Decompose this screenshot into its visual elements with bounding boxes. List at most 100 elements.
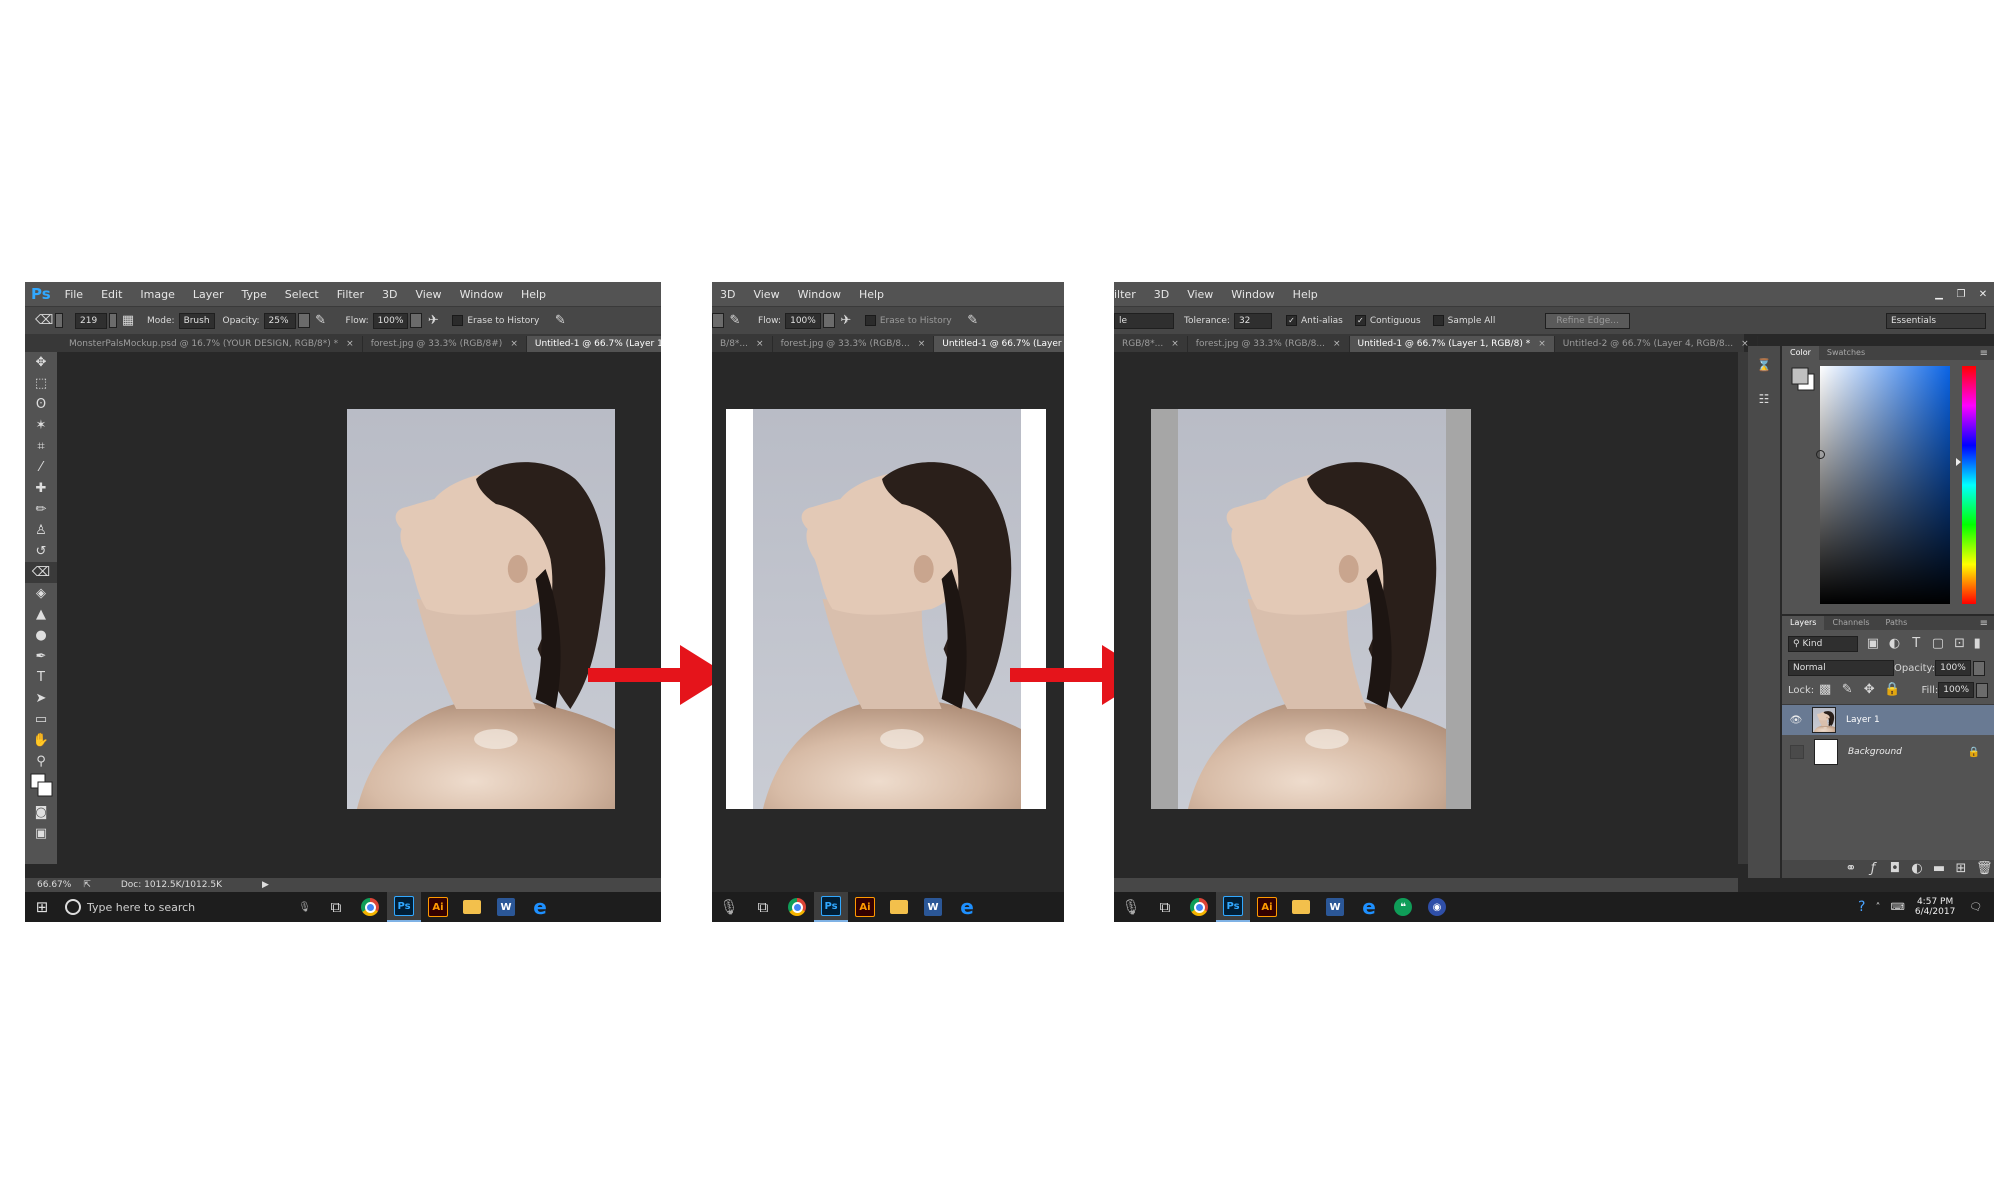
workspace-select[interactable]: Essentials [1886,312,1986,329]
refine-edge-button[interactable]: Refine Edge... [1545,312,1630,329]
paint-bucket-tool-icon[interactable]: ◈ [25,583,57,604]
sample-size-select[interactable]: le [1114,312,1174,329]
fg-bg-color-icon[interactable] [1790,366,1816,392]
keyboard-icon[interactable]: ⌨ [1890,902,1904,913]
rectangle-tool-icon[interactable]: ▭ [25,709,57,730]
menu-view[interactable]: View [753,288,779,301]
close-tab-icon[interactable]: × [1171,339,1179,349]
task-view-icon[interactable]: ⧉ [319,892,353,922]
document-image[interactable] [726,409,1046,809]
adjustment-layer-icon[interactable]: ◐ [1910,862,1924,876]
marquee-tool-icon[interactable]: ⬚ [25,373,57,394]
restore-icon[interactable]: ❐ [1950,289,1972,300]
close-tab-icon[interactable]: × [1333,339,1341,349]
tab-paths[interactable]: Paths [1878,616,1916,630]
hue-slider-handle-icon[interactable] [1956,458,1961,466]
lock-transparent-icon[interactable]: ▩ [1818,683,1832,697]
status-arrow-icon[interactable]: ▶ [262,880,269,890]
tab-document[interactable]: MonsterPalsMockup.psd @ 16.7% (YOUR DESI… [61,336,363,352]
tab-channels[interactable]: Channels [1824,616,1877,630]
panel-menu-icon[interactable]: ≡ [1980,348,1988,359]
menu-filter[interactable]: ilter [1114,288,1136,301]
notification-icon[interactable]: 🗨 [1969,902,1982,913]
properties-panel-icon[interactable]: ☷ [1754,392,1774,412]
close-tab-icon[interactable]: × [346,339,354,349]
layer-opacity-dropdown[interactable] [1972,660,1985,676]
pressure-size-icon[interactable]: ✎ [553,313,567,328]
edge-icon[interactable]: e [523,892,557,922]
dodge-tool-icon[interactable]: ● [25,625,57,646]
microphone-icon[interactable]: 🎙 [712,892,746,922]
layer-name[interactable]: Layer 1 [1846,715,1880,725]
menu-image[interactable]: Image [140,288,174,301]
history-brush-tool-icon[interactable]: ↺ [25,541,57,562]
clock[interactable]: 4:57 PM 6/4/2017 [1915,897,1955,917]
lasso-tool-icon[interactable]: ʘ [25,394,57,415]
filter-kind-select[interactable]: ⚲ Kind [1788,636,1858,652]
menu-type[interactable]: Type [242,288,267,301]
blend-mode-select[interactable]: Normal [1788,660,1894,676]
close-tab-icon[interactable]: × [1538,339,1546,349]
tab-color[interactable]: Color [1782,346,1819,360]
task-view-icon[interactable]: ⧉ [1148,892,1182,922]
menu-filter[interactable]: Filter [337,288,364,301]
filter-pixel-icon[interactable]: ▣ [1866,637,1880,651]
group-icon[interactable]: ▬ [1932,862,1946,876]
pressure-size-icon[interactable]: ✎ [966,313,980,328]
tab-document[interactable]: forest.jpg @ 33.3% (RGB/8... × [773,336,935,352]
opacity-input[interactable]: 25% [263,312,296,329]
tab-document-active[interactable]: Untitled-1 @ 66.7% (Layer 1, RGB/8 [934,336,1064,352]
edge-icon[interactable]: e [950,892,984,922]
pressure-opacity-icon[interactable]: ✎ [314,313,328,328]
layer-opacity-input[interactable]: 100% [1935,660,1971,676]
chrome-icon[interactable] [780,892,814,922]
menu-layer[interactable]: Layer [193,288,224,301]
layer-style-icon[interactable]: ƒ [1866,862,1880,876]
brush-picker-dropdown[interactable] [109,313,117,328]
file-explorer-icon[interactable] [882,892,916,922]
path-selection-tool-icon[interactable]: ➤ [25,688,57,709]
lock-image-icon[interactable]: ✎ [1840,683,1854,697]
erase-to-history-checkbox[interactable] [452,315,464,326]
menu-file[interactable]: File [65,288,83,301]
tab-document[interactable]: forest.jpg @ 33.3% (RGB/8#) × [363,336,527,352]
eraser-tool-icon[interactable]: ⌫ [25,562,57,583]
hangouts-icon[interactable]: ❝ [1386,892,1420,922]
export-icon[interactable]: ⇱ [83,880,91,890]
tab-document-active[interactable]: Untitled-1 @ 66.7% (Layer 1, RGB/8 [526,336,661,352]
vertical-scrollbar[interactable] [1738,352,1748,864]
hand-tool-icon[interactable]: ✋ [25,730,57,751]
eraser-tool-icon[interactable]: ⌫ [35,313,53,328]
brush-tool-icon[interactable]: ✏ [25,499,57,520]
opacity-dropdown[interactable] [712,313,724,328]
visibility-toggle[interactable] [1790,745,1804,759]
menu-window[interactable]: Window [460,288,503,301]
filter-adjustment-icon[interactable]: ◐ [1888,637,1902,651]
illustrator-taskbar-icon[interactable]: Ai [421,892,455,922]
airbrush-icon[interactable]: ✈ [426,313,440,328]
file-explorer-icon[interactable] [1284,892,1318,922]
tab-document[interactable]: B/8*... × [712,336,773,352]
close-tab-icon[interactable]: × [918,339,926,349]
flow-input[interactable]: 100% [785,312,821,329]
edge-icon[interactable]: e [1352,892,1386,922]
contiguous-checkbox[interactable]: ✓ [1354,315,1366,326]
task-view-icon[interactable]: ⧉ [746,892,780,922]
document-image[interactable] [347,409,615,809]
hue-slider[interactable] [1962,366,1976,604]
word-icon[interactable]: W [916,892,950,922]
brush-panel-icon[interactable]: ▦ [121,313,135,328]
filter-shape-icon[interactable]: ▢ [1931,637,1945,651]
menu-view[interactable]: View [415,288,441,301]
menu-help[interactable]: Help [859,288,884,301]
microphone-icon[interactable]: 🎙 [1114,892,1148,922]
chrome-icon[interactable] [353,892,387,922]
layer-row[interactable]: 👁 Layer 1 [1782,705,1994,735]
word-icon[interactable]: W [1318,892,1352,922]
anti-alias-checkbox[interactable]: ✓ [1285,315,1297,326]
tab-document-active[interactable]: Untitled-1 @ 66.7% (Layer 1, RGB/8) * × [1349,336,1555,352]
zoom-level[interactable]: 66.67% [37,880,71,890]
lock-all-icon[interactable]: 🔒 [1884,683,1900,697]
layer-mask-icon[interactable]: ◘ [1888,862,1902,876]
opacity-dropdown[interactable] [297,313,310,328]
